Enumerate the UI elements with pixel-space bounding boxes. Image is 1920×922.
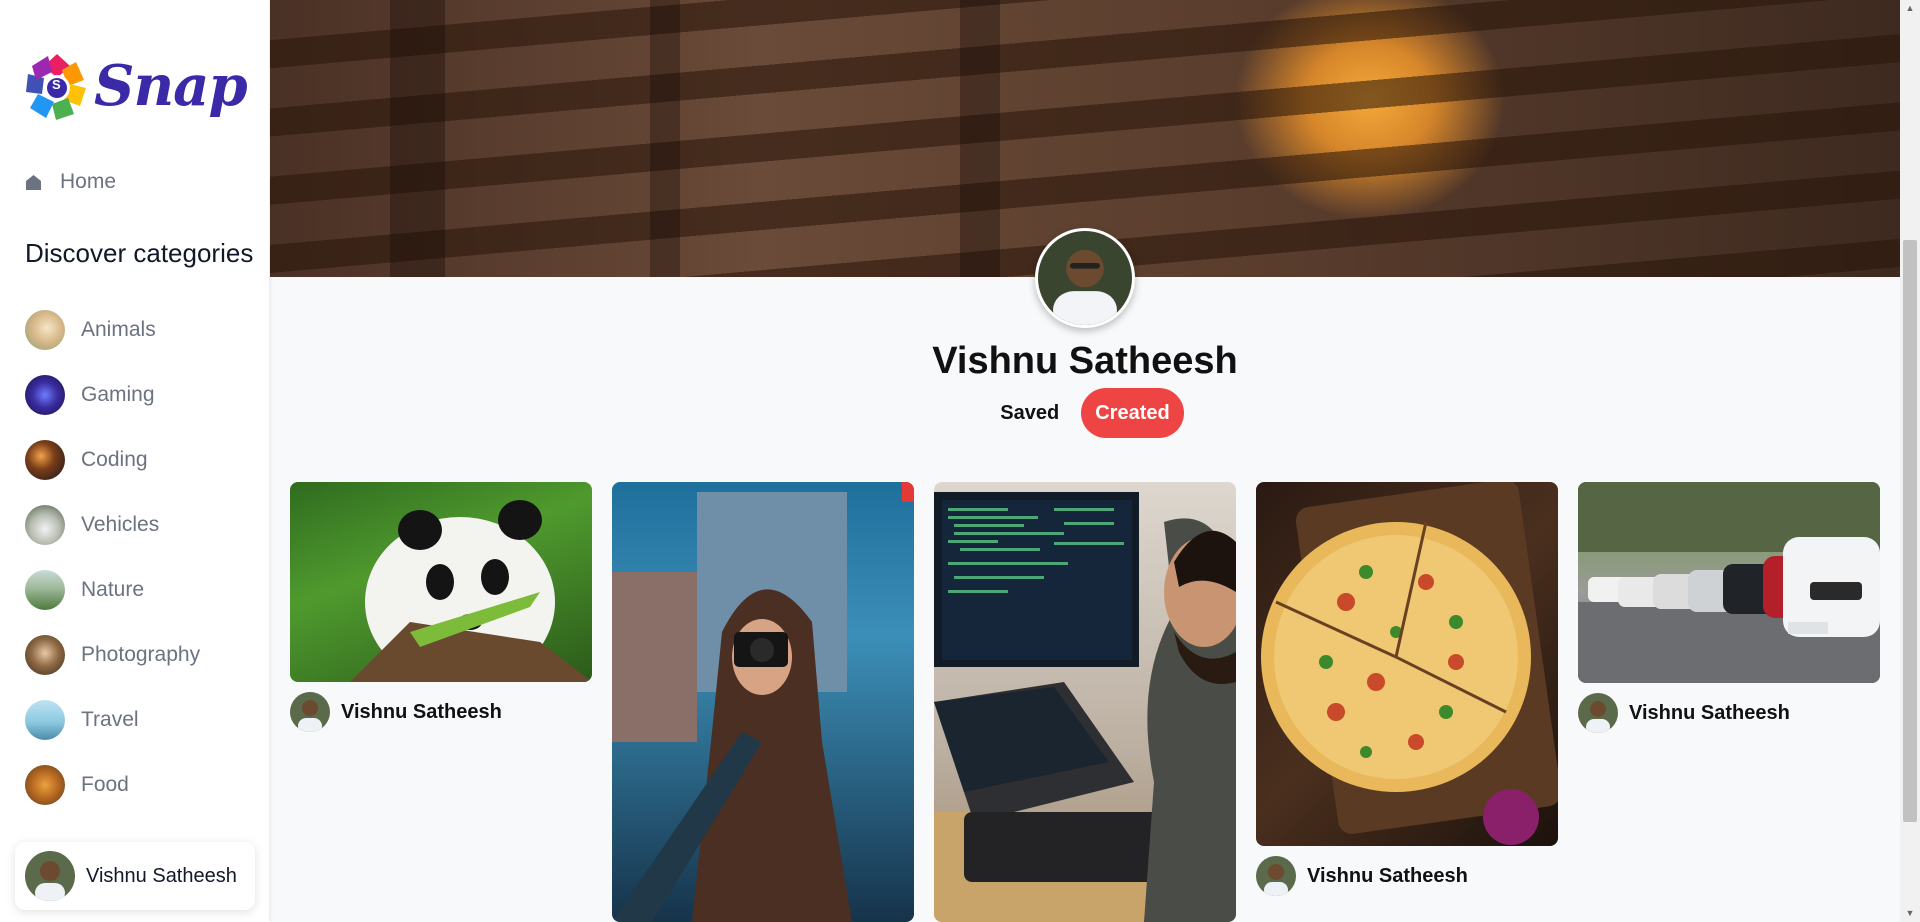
pin-author-name: Vishnu Satheesh: [341, 700, 502, 723]
category-label: Travel: [81, 707, 139, 731]
category-label: Vehicles: [81, 512, 160, 536]
pin-image[interactable]: [612, 482, 914, 922]
category-food[interactable]: Food: [25, 752, 255, 817]
sidebar: S Snap Home Discover categories Animals …: [0, 0, 269, 922]
nav-home[interactable]: Home: [25, 170, 116, 194]
category-vehicles[interactable]: Vehicles: [25, 492, 255, 557]
scrollbar-thumb[interactable]: [1903, 240, 1917, 822]
category-label: Food: [81, 772, 129, 796]
category-thumbnail: [25, 569, 65, 610]
page-scrollbar[interactable]: ▲ ▼: [1900, 0, 1920, 922]
pin-card[interactable]: [934, 482, 1236, 922]
category-travel[interactable]: Travel: [25, 687, 255, 752]
discover-categories-title: Discover categories: [25, 238, 254, 268]
tab-created[interactable]: Created: [1081, 388, 1184, 438]
category-label: Gaming: [81, 382, 155, 406]
pin-image[interactable]: [1578, 482, 1880, 683]
category-thumbnail: [25, 504, 65, 545]
home-icon: [26, 174, 41, 190]
profile-avatar: [1035, 228, 1135, 328]
category-gaming[interactable]: Gaming: [25, 362, 255, 427]
pin-image[interactable]: [1256, 482, 1558, 846]
category-thumbnail: [25, 634, 65, 675]
pin-card[interactable]: Vishnu Satheesh: [1578, 482, 1880, 733]
avatar: [1256, 856, 1296, 896]
tab-saved[interactable]: Saved: [986, 388, 1073, 438]
pin-image[interactable]: [290, 482, 592, 682]
pin-author[interactable]: Vishnu Satheesh: [1578, 693, 1880, 733]
category-nature[interactable]: Nature: [25, 557, 255, 622]
pin-author[interactable]: Vishnu Satheesh: [290, 692, 592, 732]
avatar: [1578, 693, 1618, 733]
scroll-up-arrow-icon[interactable]: ▲: [1900, 0, 1920, 17]
app-logo[interactable]: S Snap: [24, 50, 248, 124]
category-photography[interactable]: Photography: [25, 622, 255, 687]
pin-card[interactable]: Vishnu Satheesh: [1256, 482, 1558, 896]
scroll-down-arrow-icon[interactable]: ▼: [1900, 905, 1920, 922]
current-user-card[interactable]: Vishnu Satheesh: [15, 842, 255, 910]
pin-author[interactable]: Vishnu Satheesh: [1256, 856, 1558, 896]
category-label: Nature: [81, 577, 145, 601]
category-thumbnail: [25, 374, 65, 415]
category-label: Photography: [81, 642, 201, 666]
category-list: Animals Gaming Coding Vehicles Nature Ph…: [25, 297, 255, 817]
category-thumbnail: [25, 699, 65, 740]
pin-author-name: Vishnu Satheesh: [1629, 701, 1790, 724]
profile-page: Vishnu Satheesh Saved Created Vishnu Sat…: [270, 0, 1900, 922]
logo-text: Snap: [94, 53, 248, 119]
category-label: Animals: [81, 317, 156, 341]
category-label: Coding: [81, 447, 148, 471]
category-thumbnail: [25, 309, 65, 350]
nav-home-label: Home: [60, 170, 117, 193]
category-thumbnail: [25, 439, 65, 480]
category-thumbnail: [25, 764, 65, 805]
profile-tabs: Saved Created: [270, 388, 1900, 438]
category-coding[interactable]: Coding: [25, 427, 255, 492]
profile-name: Vishnu Satheesh: [932, 340, 1238, 382]
current-user-name: Vishnu Satheesh: [86, 864, 237, 887]
pin-image[interactable]: [934, 482, 1236, 922]
category-animals[interactable]: Animals: [25, 297, 255, 362]
avatar: [25, 851, 75, 901]
pin-card[interactable]: Vishnu Satheesh: [290, 482, 592, 732]
logo-badge: S: [52, 77, 61, 92]
pin-card[interactable]: [612, 482, 914, 922]
pin-author-name: Vishnu Satheesh: [1307, 864, 1468, 887]
avatar: [290, 692, 330, 732]
